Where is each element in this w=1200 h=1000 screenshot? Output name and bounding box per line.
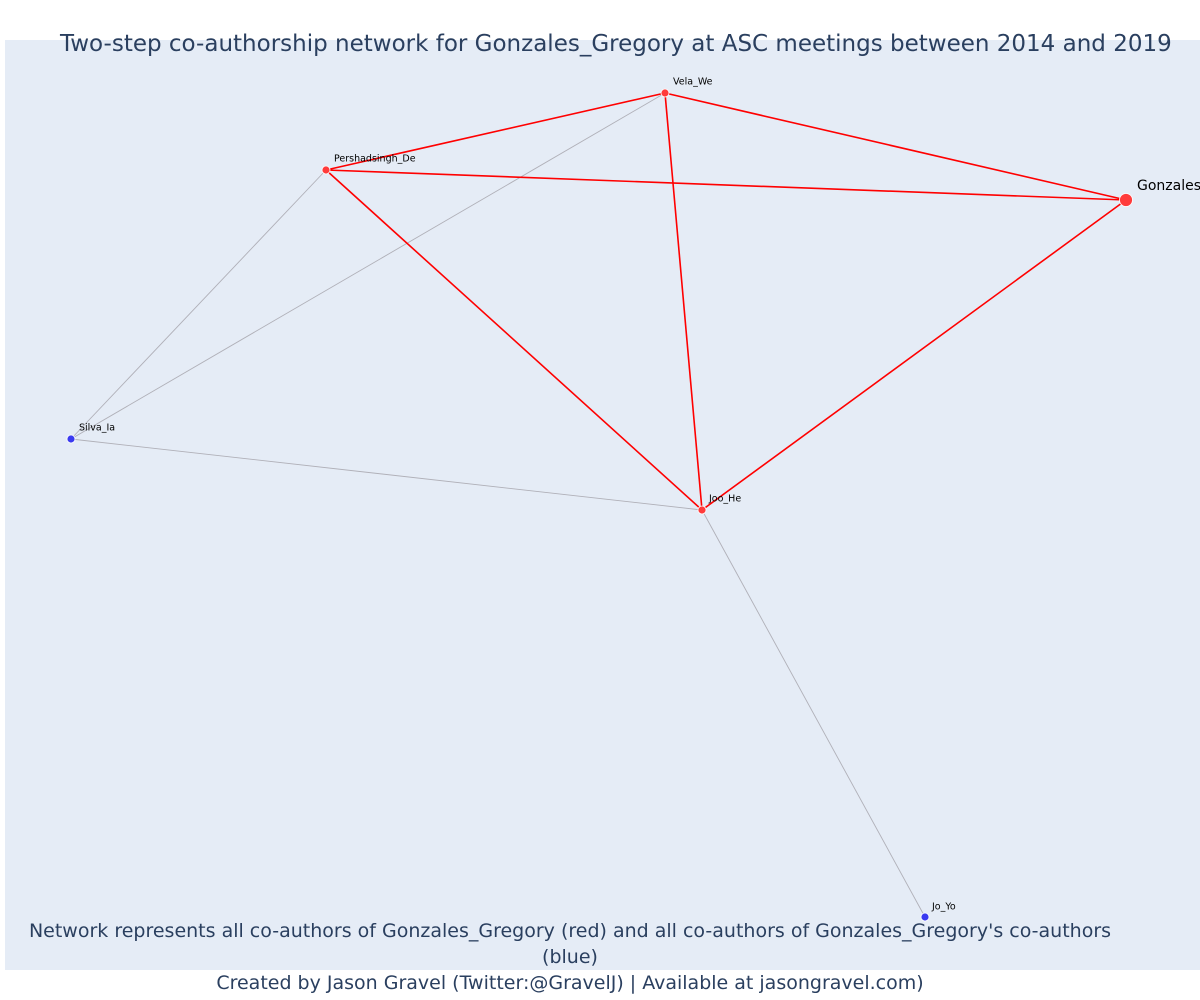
edge-Vela_We-Gonzales_Gregory: [664, 92, 1127, 201]
node-Joo_He[interactable]: [697, 505, 707, 515]
edge-Silva_Ia-Joo_He: [70, 438, 703, 511]
edge-Joo_He-Gonzales_Gregory: [701, 199, 1127, 511]
node-Silva_Ia[interactable]: [66, 434, 76, 444]
footer-credit: Created by Jason Gravel (Twitter:@Gravel…: [216, 972, 924, 994]
node-Pershadsingh_De[interactable]: [321, 165, 331, 175]
node-Vela_We[interactable]: [660, 88, 670, 98]
edges-layer: [70, 92, 1127, 918]
edge-Pershadsingh_De-Joo_He: [325, 169, 703, 511]
network-graph: Gonzales_Gregory Vela_We Pershadsingh_De Jo…: [66, 77, 1200, 922]
node-Gonzales_Gregory[interactable]: [1119, 193, 1133, 207]
node-label-Silva_Ia: Silva_Ia: [79, 423, 115, 434]
node-label-Joo_He: Joo_He: [708, 494, 741, 505]
footer-caption: Network represents all co-authors of Gon…: [28, 920, 1112, 968]
chart-footer: Network represents all co-authors of Gon…: [0, 918, 1140, 996]
nodes-layer: [66, 88, 1133, 922]
edge-Joo_He-Jo_Yo: [701, 509, 926, 918]
edge-Pershadsingh_De-Silva_Ia: [70, 169, 327, 440]
labels-layer: Gonzales_Gregory Vela_We Pershadsingh_De Jo…: [79, 77, 1200, 913]
chart-title: Two-step co-authorship network for Gonza…: [60, 31, 1172, 57]
node-label-Vela_We: Vela_We: [673, 77, 713, 88]
node-label-Pershadsingh_De: Pershadsingh_De: [334, 154, 416, 165]
node-label-Jo_Yo: Jo_Yo: [931, 902, 956, 913]
node-label-Gonzales_Gregory: Gonzales_Gregory: [1137, 178, 1200, 194]
edge-Pershadsingh_De-Gonzales_Gregory: [325, 169, 1127, 201]
edge-Vela_We-Silva_Ia: [70, 92, 666, 440]
edge-Vela_We-Joo_He: [664, 92, 703, 511]
